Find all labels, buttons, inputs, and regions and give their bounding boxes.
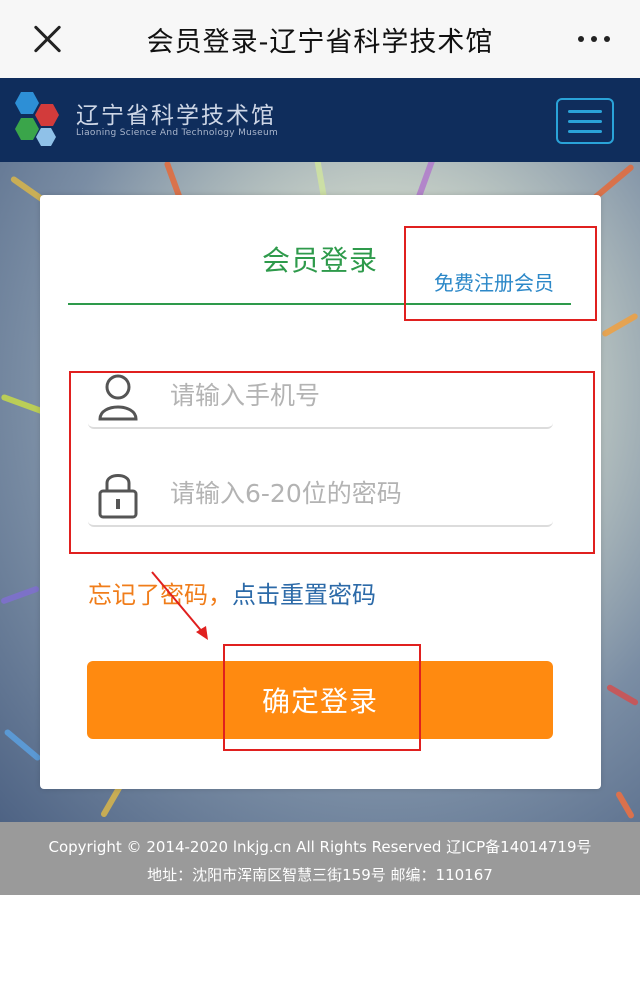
site-subtitle: Liaoning Science And Technology Museum: [76, 128, 279, 138]
tab-underline: [68, 303, 571, 305]
login-button[interactable]: 确定登录: [87, 661, 553, 739]
register-link[interactable]: 免费注册会员: [434, 267, 554, 296]
phone-input[interactable]: [170, 373, 540, 417]
tab-login[interactable]: 会员登录: [262, 239, 378, 279]
forgot-password: 忘记了密码，点击重置密码: [88, 575, 376, 610]
hexagon-logo: [15, 92, 59, 146]
phone-field: [88, 363, 553, 429]
footer-address: 地址：沈阳市浑南区智慧三街159号 邮编：110167: [147, 866, 493, 884]
reset-password-link[interactable]: 点击重置密码: [232, 581, 376, 609]
lock-icon: [98, 474, 138, 519]
forgot-prefix: 忘记了密码，: [88, 581, 232, 609]
footer-copyright: Copyright © 2014-2020 lnkjg.cn All Right…: [48, 838, 592, 856]
more-icon[interactable]: [578, 36, 610, 42]
site-header: 辽宁省科学技术馆 Liaoning Science And Technology…: [0, 78, 640, 162]
page-title: 会员登录-辽宁省科学技术馆: [146, 26, 494, 58]
password-input[interactable]: [170, 471, 540, 515]
page: 会员登录-辽宁省科学技术馆 辽宁省科学技术馆 Liaoning Science …: [0, 0, 640, 1000]
site-name: 辽宁省科学技术馆: [76, 103, 276, 129]
hamburger-icon[interactable]: [556, 98, 614, 144]
close-icon[interactable]: [30, 22, 64, 56]
footer: Copyright © 2014-2020 lnkjg.cn All Right…: [0, 822, 640, 895]
user-icon: [98, 374, 138, 421]
login-card: 会员登录 免费注册会员 忘记了密码，点击重置密码 确定登录: [40, 195, 601, 789]
password-field: [88, 461, 553, 527]
title-bar: 会员登录-辽宁省科学技术馆: [0, 0, 640, 78]
